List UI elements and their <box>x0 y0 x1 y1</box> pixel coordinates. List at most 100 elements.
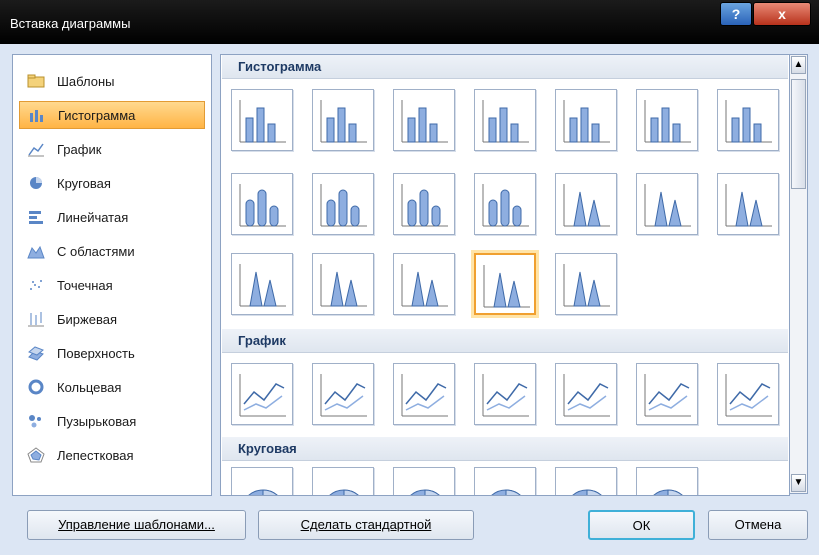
chart-subtype-thumbnail[interactable] <box>555 173 617 235</box>
chart-subtype-thumbnail[interactable] <box>312 253 374 315</box>
chart-type-label: Шаблоны <box>57 73 115 89</box>
chart-type-label: Лепестковая <box>57 447 134 463</box>
section-title-histogram: Гистограмма <box>238 59 322 74</box>
chart-preview-icon <box>401 100 448 143</box>
chart-type-label: Гистограмма <box>58 107 136 123</box>
chart-preview-icon <box>644 100 691 143</box>
area-chart-icon <box>27 243 45 259</box>
chart-subtype-thumbnail[interactable] <box>636 467 698 495</box>
title-bar[interactable]: Вставка диаграммы ? x <box>0 0 819 44</box>
scroll-up-button[interactable]: ▲ <box>791 56 806 74</box>
chart-subtype-thumbnail[interactable] <box>555 89 617 151</box>
chart-preview-icon <box>563 184 610 227</box>
vertical-scrollbar[interactable]: ▲ ▼ <box>789 54 808 494</box>
chart-type-label: С областями <box>57 243 135 259</box>
chart-preview-icon <box>483 265 530 308</box>
manage-templates-button[interactable]: Управление шаблонами... <box>27 510 246 540</box>
chart-subtype-thumbnail[interactable] <box>471 250 539 318</box>
chart-preview-icon <box>653 489 683 495</box>
chart-subtype-thumbnail[interactable] <box>474 173 536 235</box>
section-title-line: График <box>238 333 286 348</box>
doughnut-chart-icon <box>27 379 45 395</box>
section-header-pie: Круговая <box>222 437 788 461</box>
chart-subtype-thumbnail[interactable] <box>231 363 293 425</box>
surface-chart-icon <box>27 345 45 361</box>
chart-subtype-thumbnail[interactable] <box>393 253 455 315</box>
section-header-line: График <box>222 329 788 353</box>
chart-subtype-thumbnail[interactable] <box>555 467 617 495</box>
chart-type-item[interactable]: Шаблоны <box>19 67 205 95</box>
chart-preview-icon <box>401 264 448 307</box>
chart-preview-icon <box>725 374 772 417</box>
chart-type-item[interactable]: Поверхность <box>19 339 205 367</box>
chart-preview-icon <box>239 100 286 143</box>
chart-type-item[interactable]: Линейчатая <box>19 203 205 231</box>
chart-preview-icon <box>239 374 286 417</box>
chart-type-list: Шаблоны Гистограмма График Круговая Линейчат… <box>12 54 212 496</box>
chart-type-item[interactable]: Круговая <box>19 169 205 197</box>
pie-chart-icon <box>27 175 45 191</box>
chart-preview-icon <box>320 264 367 307</box>
chart-preview-icon <box>320 374 367 417</box>
cancel-button[interactable]: Отмена <box>708 510 808 540</box>
chart-type-item[interactable]: Кольцевая <box>19 373 205 401</box>
chart-subtype-thumbnail[interactable] <box>717 363 779 425</box>
set-default-button[interactable]: Сделать стандартной <box>258 510 474 540</box>
chart-subtype-thumbnail[interactable] <box>555 253 617 315</box>
chart-subtype-thumbnail[interactable] <box>312 363 374 425</box>
chart-preview-icon <box>644 184 691 227</box>
section-title-pie: Круговая <box>238 441 297 456</box>
ok-button[interactable]: ОК <box>588 510 695 540</box>
chart-type-label: График <box>57 141 102 157</box>
chart-subtype-thumbnail[interactable] <box>231 89 293 151</box>
chart-type-item[interactable]: График <box>19 135 205 163</box>
help-button[interactable]: ? <box>720 2 752 26</box>
chart-subtype-thumbnail[interactable] <box>636 173 698 235</box>
close-button[interactable]: x <box>753 2 811 26</box>
scroll-thumb[interactable] <box>791 79 806 189</box>
chart-preview-icon <box>563 100 610 143</box>
chart-subtype-thumbnail[interactable] <box>474 89 536 151</box>
chart-type-label: Поверхность <box>57 345 135 361</box>
chart-type-item[interactable]: С областями <box>19 237 205 265</box>
chart-subtype-thumbnail[interactable] <box>393 89 455 151</box>
chart-subtype-thumbnail[interactable] <box>393 173 455 235</box>
chart-subtype-thumbnail[interactable] <box>312 173 374 235</box>
bubble-chart-icon <box>27 413 45 429</box>
scroll-down-button[interactable]: ▼ <box>791 474 806 492</box>
chart-preview-icon <box>725 184 772 227</box>
chart-type-item[interactable]: Лепестковая <box>19 441 205 469</box>
chart-subtype-thumbnail[interactable] <box>231 253 293 315</box>
chart-subtype-thumbnail[interactable] <box>474 467 536 495</box>
set-default-label: Сделать стандартной <box>300 517 432 532</box>
chart-type-label: Линейчатая <box>57 209 129 225</box>
chart-type-item[interactable]: Точечная <box>19 271 205 299</box>
chart-type-item[interactable]: Пузырьковая <box>19 407 205 435</box>
chart-type-label: Точечная <box>57 277 113 293</box>
chart-subtype-thumbnail[interactable] <box>231 173 293 235</box>
chart-subtype-thumbnail[interactable] <box>312 89 374 151</box>
chart-type-label: Пузырьковая <box>57 413 137 429</box>
chart-preview-icon <box>491 489 521 495</box>
chart-subtype-thumbnail[interactable] <box>231 467 293 495</box>
chart-type-item[interactable]: Биржевая <box>19 305 205 333</box>
chart-subtype-thumbnail[interactable] <box>393 363 455 425</box>
chart-preview-icon <box>410 489 440 495</box>
chart-type-label: Биржевая <box>57 311 117 327</box>
chart-subtype-thumbnail[interactable] <box>312 467 374 495</box>
chart-subtype-thumbnail[interactable] <box>474 363 536 425</box>
chart-subtype-thumbnail[interactable] <box>636 363 698 425</box>
line-chart-icon <box>27 141 45 157</box>
chart-preview-icon <box>239 264 286 307</box>
chart-type-item[interactable]: Гистограмма <box>19 101 205 129</box>
chart-preview-icon <box>482 184 529 227</box>
manage-templates-label: Управление шаблонами... <box>58 517 215 532</box>
chart-subtype-thumbnail[interactable] <box>717 89 779 151</box>
chart-subtype-thumbnail[interactable] <box>636 89 698 151</box>
chart-subtype-thumbnail[interactable] <box>717 173 779 235</box>
chart-preview-icon <box>401 184 448 227</box>
chart-subtype-thumbnail[interactable] <box>555 363 617 425</box>
folder-icon <box>27 73 45 89</box>
chart-subtype-thumbnail[interactable] <box>393 467 455 495</box>
chart-preview-icon <box>320 100 367 143</box>
